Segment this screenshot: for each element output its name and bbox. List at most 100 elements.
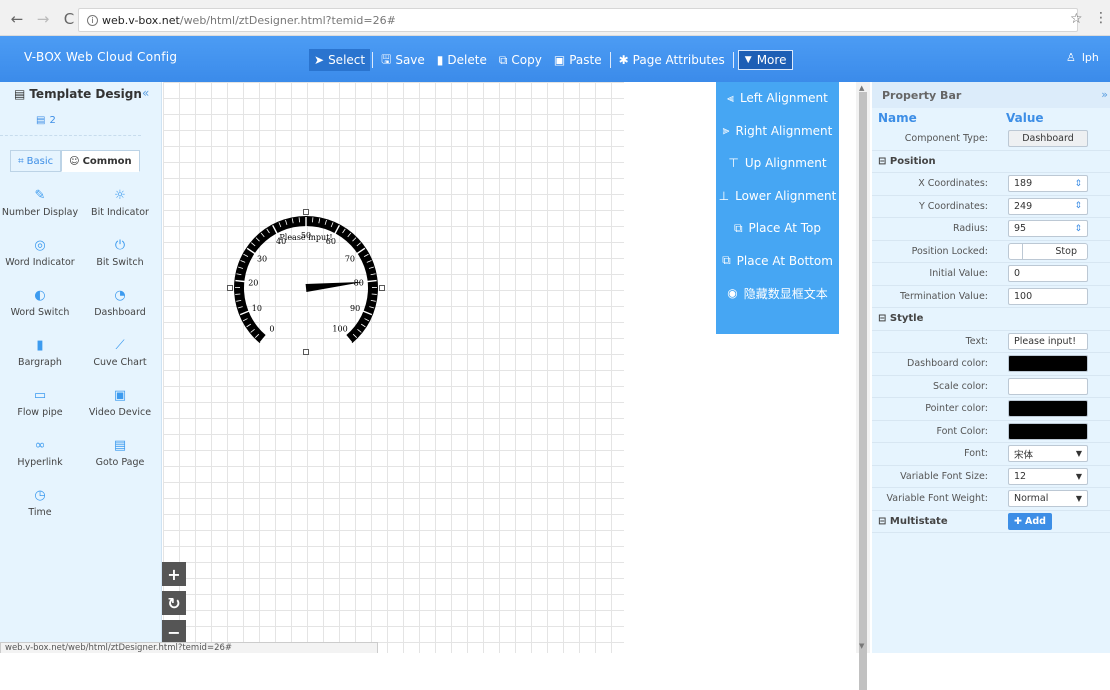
spinner-icon[interactable]: ⇕	[1074, 224, 1082, 234]
scroll-down-icon[interactable]: ▼	[859, 642, 864, 650]
component-word-switch[interactable]: ◐Word Switch	[0, 280, 80, 326]
forward-icon[interactable]: →	[36, 10, 50, 28]
font-size-value: 12	[1014, 471, 1026, 482]
group-multistate[interactable]: ⊟ Multistate ✚Add	[872, 511, 1110, 534]
up-alignment-item[interactable]: ⊤Up Alignment	[716, 147, 839, 180]
y-coordinate-input[interactable]: 249⇕	[1008, 198, 1088, 215]
component-dashboard[interactable]: ◔Dashboard	[80, 280, 160, 326]
trash-icon: ▮	[437, 53, 444, 67]
delete-button[interactable]: ▮ Delete	[431, 49, 493, 71]
tab-basic[interactable]: ⌗ Basic	[10, 150, 61, 172]
x-coordinate-input[interactable]: 189⇕	[1008, 175, 1088, 192]
info-icon[interactable]: i	[87, 15, 98, 26]
component-bit-switch[interactable]: ⏻Bit Switch	[80, 230, 160, 276]
component-video-device[interactable]: ▣Video Device	[80, 380, 160, 426]
text-input[interactable]: Please input!	[1008, 333, 1088, 350]
component-word-indicator[interactable]: ◎Word Indicator	[0, 230, 80, 276]
delete-label: Delete	[447, 53, 486, 67]
component-bargraph[interactable]: ▮Bargraph	[0, 330, 80, 376]
place-at-bottom-item[interactable]: ⧉Place At Bottom	[716, 245, 839, 278]
group-position[interactable]: ⊟ Position	[872, 151, 1110, 174]
prop-label: Variable Font Weight:	[872, 493, 994, 504]
zoom-in-button[interactable]: +	[162, 562, 186, 586]
component-type-field: Dashboard	[1008, 130, 1088, 147]
component-time[interactable]: ◷Time	[0, 480, 80, 526]
component-tabs: ⌗ Basic ☺ Common	[10, 150, 140, 172]
place-at-top-item[interactable]: ⧉Place At Top	[716, 212, 839, 245]
radius-input[interactable]: 95 ⇕	[1008, 220, 1088, 237]
component-hyperlink[interactable]: ∞Hyperlink	[0, 430, 80, 476]
pointer-color-picker[interactable]	[1008, 400, 1088, 417]
collapse-left-icon[interactable]: «	[142, 86, 149, 100]
radius-value: 95	[1014, 223, 1026, 234]
page-attributes-button[interactable]: ✱ Page Attributes	[613, 49, 731, 71]
right-alignment-item[interactable]: ⫸Right Alignment	[716, 115, 839, 148]
page-icon: ▤	[113, 439, 127, 453]
prop-row-text: Text: Please input!	[872, 331, 1110, 354]
component-cuve-chart[interactable]: ⟋Cuve Chart	[80, 330, 160, 376]
gauge-tick-label: 30	[257, 254, 267, 263]
scroll-thumb[interactable]	[859, 92, 867, 690]
group-style[interactable]: ⊟ Stytle	[872, 308, 1110, 331]
scale-color-picker[interactable]	[1008, 378, 1088, 395]
dashboard-widget[interactable]: 0102030405060708090100Please input!	[226, 194, 386, 356]
font-weight-select[interactable]: Normal▼	[1008, 490, 1088, 507]
gauge-tick-label: 20	[248, 278, 258, 287]
cursor-icon: ➤	[314, 53, 324, 67]
prop-row-x: X Coordinates: 189⇕	[872, 173, 1110, 196]
select-button[interactable]: ➤ Select	[309, 49, 370, 71]
back-icon[interactable]: ←	[10, 10, 24, 28]
design-canvas[interactable]: 0102030405060708090100Please input!	[163, 82, 624, 653]
font-select[interactable]: 宋体▼	[1008, 445, 1088, 462]
save-button[interactable]: 🖫 Save	[375, 49, 431, 71]
refresh-button[interactable]: ↻	[162, 591, 186, 615]
reload-icon[interactable]: C	[62, 10, 76, 28]
component-label: Hyperlink	[17, 457, 62, 468]
font-color-picker[interactable]	[1008, 423, 1088, 440]
add-label: Add	[1025, 516, 1046, 527]
component-goto-page[interactable]: ▤Goto Page	[80, 430, 160, 476]
collapse-right-icon[interactable]: »	[1101, 88, 1108, 101]
position-locked-toggle[interactable]: Stop	[1008, 243, 1088, 260]
address-bar[interactable]: i web.v-box.net/web/html/ztDesigner.html…	[78, 8, 1078, 32]
menu-item-label: Right Alignment	[735, 124, 832, 138]
paste-button[interactable]: ▣ Paste	[548, 49, 608, 71]
star-icon[interactable]: ☆	[1070, 11, 1083, 27]
termination-value-input[interactable]: 100	[1008, 288, 1088, 305]
group-label: Multistate	[890, 516, 948, 527]
component-bit-indicator[interactable]: ☼Bit Indicator	[80, 180, 160, 226]
more-dropdown: ⫷Left Alignment ⫸Right Alignment ⊤Up Ali…	[716, 82, 839, 334]
toolbar-divider	[372, 52, 373, 68]
prop-row-pointer-color: Pointer color:	[872, 398, 1110, 421]
spinner-icon[interactable]: ⇕	[1074, 201, 1082, 211]
font-size-select[interactable]: 12▼	[1008, 468, 1088, 485]
dashboard-color-picker[interactable]	[1008, 355, 1088, 372]
prop-label: X Coordinates:	[872, 178, 994, 189]
vertical-scrollbar[interactable]: ▲ ▼	[856, 82, 870, 653]
component-number-display[interactable]: ✎Number Display	[0, 180, 80, 226]
power-icon: ⏻	[113, 239, 127, 253]
page-list-item[interactable]: ▤ 2	[0, 106, 141, 136]
kebab-menu-icon[interactable]: ⋮	[1094, 10, 1108, 26]
add-button[interactable]: ✚Add	[1008, 513, 1052, 530]
zoom-out-button[interactable]: −	[162, 620, 186, 644]
scroll-up-icon[interactable]: ▲	[859, 84, 864, 92]
hide-display-text-item[interactable]: ◉隐藏数显框文本	[716, 277, 839, 310]
resize-handle	[228, 286, 233, 291]
toolbar-divider	[733, 52, 734, 68]
users-icon: ☺	[69, 156, 79, 167]
resize-handle	[304, 210, 309, 215]
lower-alignment-item[interactable]: ⊥Lower Alignment	[716, 180, 839, 213]
initial-value-input[interactable]: 0	[1008, 265, 1088, 282]
copy-button[interactable]: ⧉ Copy	[493, 49, 548, 71]
browser-chrome: ← → C i web.v-box.net/web/html/ztDesigne…	[0, 0, 1110, 36]
left-alignment-item[interactable]: ⫷Left Alignment	[716, 82, 839, 115]
user-menu[interactable]: ♙ lph	[1066, 51, 1099, 64]
more-button[interactable]: ▼ More	[738, 50, 794, 70]
tab-common[interactable]: ☺ Common	[61, 150, 139, 172]
paste-label: Paste	[569, 53, 601, 67]
spinner-icon[interactable]: ⇕	[1074, 179, 1082, 189]
component-flow-pipe[interactable]: ▭Flow pipe	[0, 380, 80, 426]
prop-row-font-weight: Variable Font Weight: Normal▼	[872, 488, 1110, 511]
chart-icon: ⟋	[113, 339, 127, 353]
